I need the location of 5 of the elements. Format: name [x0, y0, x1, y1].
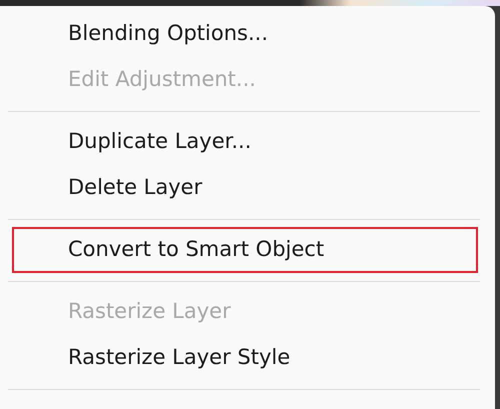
menu-item[interactable]: Rasterize Layer Style — [0, 335, 495, 381]
menu-item[interactable]: Delete Layer — [0, 165, 495, 211]
menu-item[interactable]: Duplicate Layer... — [0, 119, 495, 165]
menu-item[interactable]: Blending Options... — [0, 11, 495, 57]
menu-item[interactable]: Convert to Smart Object — [12, 227, 478, 273]
